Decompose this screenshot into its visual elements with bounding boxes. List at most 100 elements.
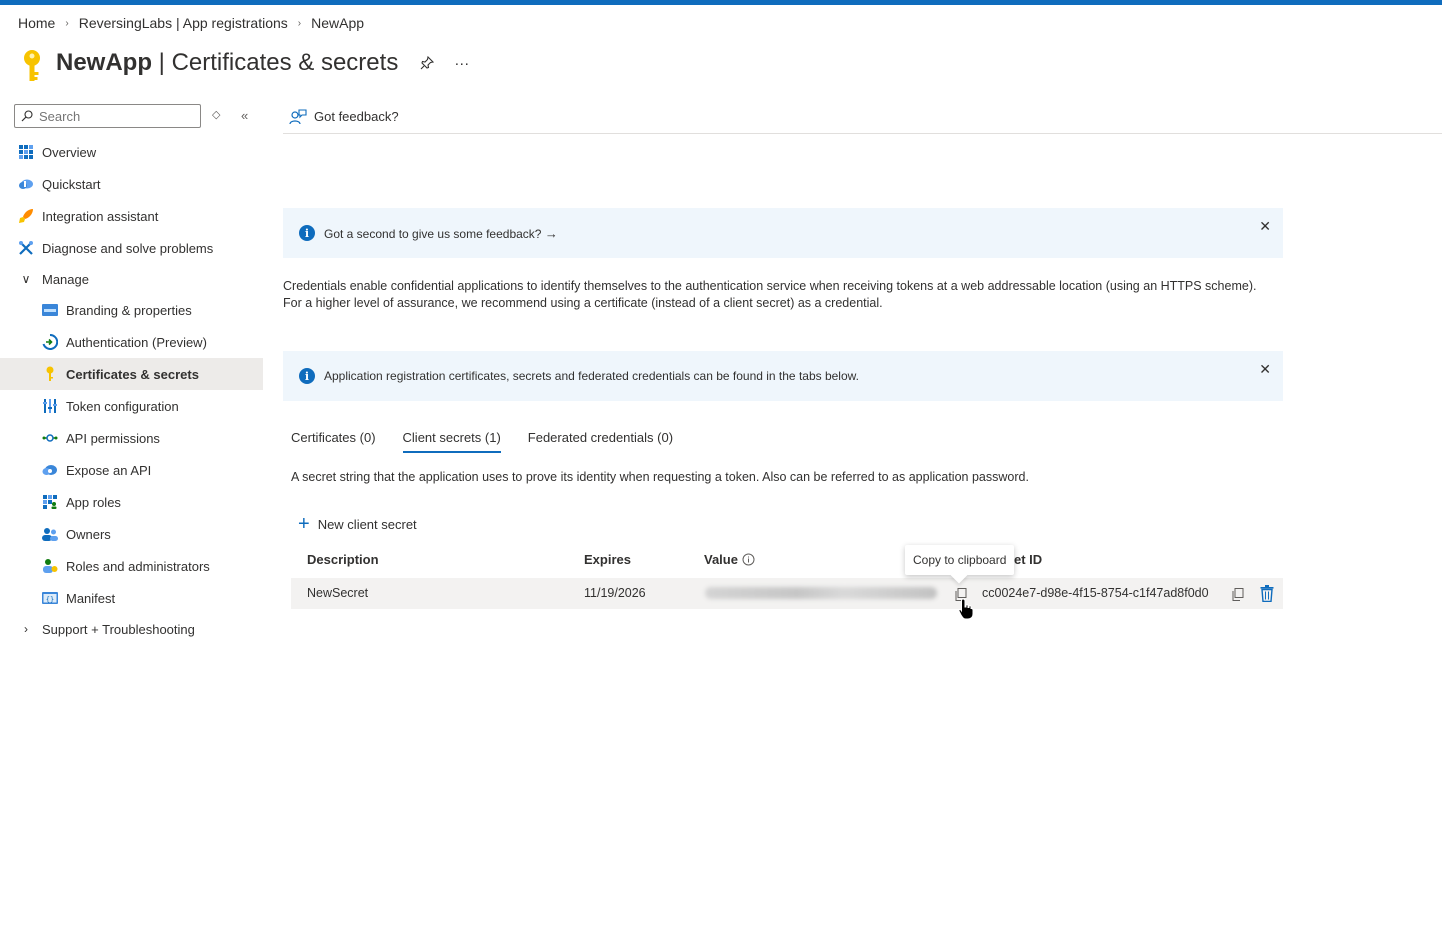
page-title: NewApp | Certificates & secrets [56,49,399,76]
credentials-description: Credentials enable confidential applicat… [283,279,1257,310]
authentication-icon [42,334,58,350]
app-roles-icon [42,494,58,510]
copy-to-clipboard-tooltip: Copy to clipboard [905,545,1015,575]
breadcrumb-home[interactable]: Home [18,15,55,31]
chevron-down-icon: ∨ [21,272,31,286]
delete-trash-icon[interactable] [1260,585,1274,602]
sidebar-item-label: App roles [66,494,121,510]
info-icon: i [299,225,315,241]
hand-cursor-icon [958,598,974,620]
sidebar-item-expose-api[interactable]: Expose an API [0,454,263,486]
sidebar-item-certificates-secrets[interactable]: Certificates & secrets [0,358,263,390]
sidebar-search-input[interactable] [14,104,201,128]
page-subtitle: Certificates & secrets [171,49,399,76]
new-client-secret-label: New client secret [317,516,417,532]
sidebar-item-quickstart[interactable]: Quickstart [0,168,263,200]
sidebar-item-label: Integration assistant [42,208,159,224]
tab-certificates[interactable]: Certificates (0) [291,430,376,453]
sidebar-item-label: Owners [66,526,111,542]
breadcrumb-newapp[interactable]: NewApp [311,15,364,31]
pin-icon[interactable] [420,56,435,70]
sidebar-item-manifest[interactable]: {} Manifest [0,582,263,614]
overview-grid-icon [18,144,34,160]
roles-icon [42,558,58,574]
svg-text:{}: {} [46,596,54,604]
sidebar-item-label: Manifest [66,590,116,606]
breadcrumb-separator-icon: › [297,17,302,29]
arrow-right-icon: → [544,225,558,241]
sidebar-item-label: Token configuration [66,398,179,414]
column-header-expires: Expires [584,552,631,567]
sidebar-group-label: Support + Troubleshooting [42,621,195,637]
owners-icon [42,526,58,542]
sidebar-item-diagnose[interactable]: Diagnose and solve problems [0,232,263,264]
client-secrets-description: A secret string that the application use… [291,470,1029,484]
new-client-secret-button[interactable]: + New client secret [298,513,417,535]
breadcrumb: Home › ReversingLabs | App registrations… [18,15,364,31]
secret-value-redacted [705,587,937,599]
sidebar-item-api-permissions[interactable]: API permissions [0,422,263,454]
close-icon[interactable]: ✕ [1259,361,1271,378]
cloud-api-icon [42,462,58,478]
more-options-icon[interactable]: ··· [454,55,469,72]
column-header-value: Value [704,552,755,567]
search-field[interactable] [39,108,189,124]
sidebar-item-label: Certificates & secrets [66,366,199,382]
key-icon [42,366,58,382]
info-icon: i [299,368,315,384]
api-permissions-icon [42,430,58,446]
sidebar-item-label: Authentication (Preview) [66,334,207,350]
sidebar-item-label: Quickstart [42,176,101,192]
feedback-banner: i Got a second to give us some feedback?… [283,208,1283,258]
sidebar-item-label: Expose an API [66,462,152,478]
column-header-value-label: Value [704,552,738,567]
sidebar-item-label: API permissions [66,430,160,446]
sidebar-item-label: Diagnose and solve problems [42,240,214,256]
column-header-secret-id: et ID [1014,552,1043,567]
sidebar-nav: Overview Quickstart Integration assistan… [0,136,263,644]
info-circle-icon[interactable] [742,553,755,566]
tab-federated-credentials[interactable]: Federated credentials (0) [528,430,673,453]
wrench-icon [18,240,34,256]
feedback-icon [289,108,307,124]
tab-client-secrets[interactable]: Client secrets (1) [402,430,501,453]
info-banner: i Application registration certificates,… [283,351,1283,401]
command-bar: Got feedback? [283,100,1442,134]
sidebar-item-authentication[interactable]: Authentication (Preview) [0,326,263,358]
sidebar-item-token-configuration[interactable]: Token configuration [0,390,263,422]
sidebar-group-manage[interactable]: ∨ Manage [0,264,263,294]
sidebar-item-roles-administrators[interactable]: Roles and administrators [0,550,263,582]
feedback-button[interactable]: Got feedback? [314,109,399,124]
manifest-icon: {} [42,590,58,606]
sidebar-item-branding[interactable]: Branding & properties [0,294,263,326]
close-icon[interactable]: ✕ [1259,218,1271,235]
credential-tabs: Certificates (0) Client secrets (1) Fede… [291,430,700,453]
sidebar-item-label: Overview [42,144,97,160]
feedback-banner-link[interactable]: Got a second to give us some feedback? → [324,226,558,241]
sidebar-item-owners[interactable]: Owners [0,518,263,550]
chevron-right-icon: › [24,622,28,636]
search-icon [21,110,33,122]
app-name: NewApp [56,49,152,76]
collapse-sidebar-icon[interactable]: « [241,108,248,123]
sidebar-item-label: Branding & properties [66,302,192,318]
sidebar-item-app-roles[interactable]: App roles [0,486,263,518]
secret-description-cell: NewSecret [307,586,369,600]
sidebar-item-integration-assistant[interactable]: Integration assistant [0,200,263,232]
secret-id-cell: cc0024e7-d98e-4f15-8754-c1f47ad8f0d0 [982,586,1209,600]
info-banner-text: Application registration certificates, s… [324,369,859,383]
sidebar-group-support[interactable]: › Support + Troubleshooting [0,614,263,644]
plus-icon: + [298,513,310,535]
copy-secret-id-icon[interactable] [1232,588,1244,601]
top-accent-bar [0,0,1442,5]
token-icon [42,398,58,414]
rocket-icon [18,208,34,224]
sidebar-item-label: Roles and administrators [66,558,210,574]
sidebar-item-overview[interactable]: Overview [0,136,263,168]
sidebar-group-label: Manage [42,271,89,287]
breadcrumb-app-registrations[interactable]: ReversingLabs | App registrations [79,15,288,31]
expand-collapse-icon[interactable]: ◇ [212,108,220,121]
breadcrumb-separator-icon: › [65,17,69,29]
page-header: NewApp | Certificates & secrets ··· [18,42,469,84]
secret-expires-cell: 11/19/2026 [584,586,646,600]
